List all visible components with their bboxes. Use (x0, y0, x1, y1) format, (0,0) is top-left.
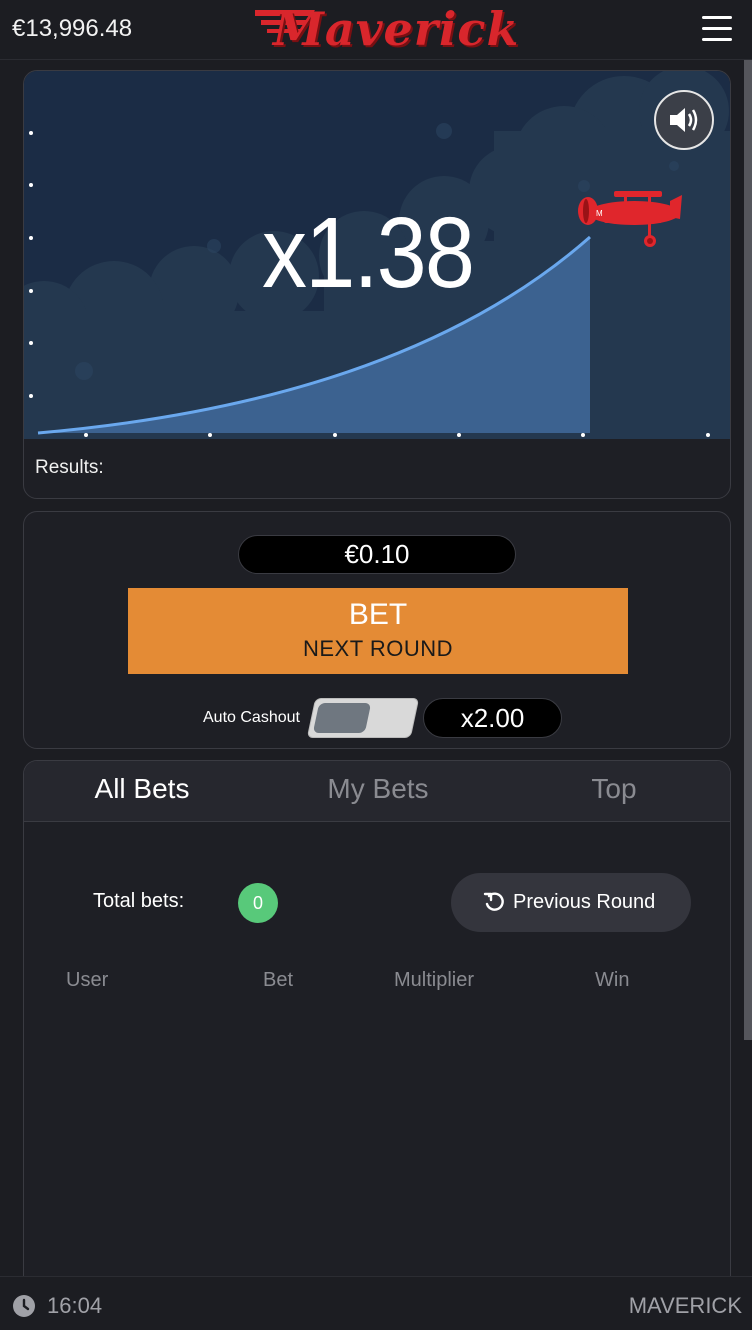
previous-round-button[interactable]: Previous Round (451, 873, 691, 932)
column-header-user: User (66, 969, 109, 991)
undo-icon (483, 892, 504, 911)
column-header-multiplier: Multiplier (394, 969, 475, 991)
tab-all-bets[interactable]: All Bets (24, 773, 260, 805)
clock-icon (13, 1295, 35, 1317)
toggle-knob (312, 703, 372, 733)
bet-button-sublabel: NEXT ROUND (302, 636, 454, 661)
tab-my-bets[interactable]: My Bets (260, 773, 496, 805)
game-panel: M x1.38 Results: (23, 70, 731, 499)
total-bets-label: Total bets: (93, 890, 185, 912)
top-bar: €13,996.48 Maverick (0, 0, 752, 60)
footer-bar: 16:04 MAVERICK (0, 1276, 752, 1330)
game-canvas: M x1.38 (24, 71, 730, 439)
bet-button-label: BET (348, 598, 408, 631)
balance: €13,996.48 (12, 15, 133, 42)
svg-text:M: M (596, 209, 603, 218)
page-scrollbar[interactable] (744, 60, 752, 1040)
hamburger-menu-icon[interactable] (702, 16, 732, 42)
column-header-bet: Bet (263, 969, 294, 991)
clock-time: 16:04 (47, 1293, 103, 1318)
bet-amount-field[interactable]: €0.10 (238, 535, 516, 574)
footer-brand: MAVERICK (628, 1293, 742, 1318)
biplane-icon: M (578, 191, 682, 247)
maverick-logo: Maverick (253, 0, 518, 58)
bets-panel: All Bets My Bets Top Total bets: 0 Previ… (23, 760, 731, 1320)
total-bets-count-badge: 0 (238, 883, 278, 923)
bet-button[interactable]: BET NEXT ROUND (128, 588, 628, 674)
auto-cashout-toggle[interactable] (306, 698, 420, 738)
column-header-win: Win (595, 969, 630, 991)
bets-tabs: All Bets My Bets Top (24, 761, 730, 822)
results-label: Results: (35, 457, 104, 478)
logo-text: Maverick (273, 2, 520, 56)
multiplier-display: x1.38 (262, 197, 475, 309)
tab-top[interactable]: Top (496, 773, 730, 805)
speaker-icon (670, 108, 698, 132)
auto-cashout-multiplier-field[interactable]: x2.00 (423, 698, 562, 738)
sound-toggle-button[interactable] (654, 90, 714, 150)
previous-round-label: Previous Round (513, 891, 656, 913)
bet-panel: €0.10 BET NEXT ROUND Auto Cashout x2.00 (23, 511, 731, 749)
auto-cashout-label: Auto Cashout (203, 709, 300, 726)
